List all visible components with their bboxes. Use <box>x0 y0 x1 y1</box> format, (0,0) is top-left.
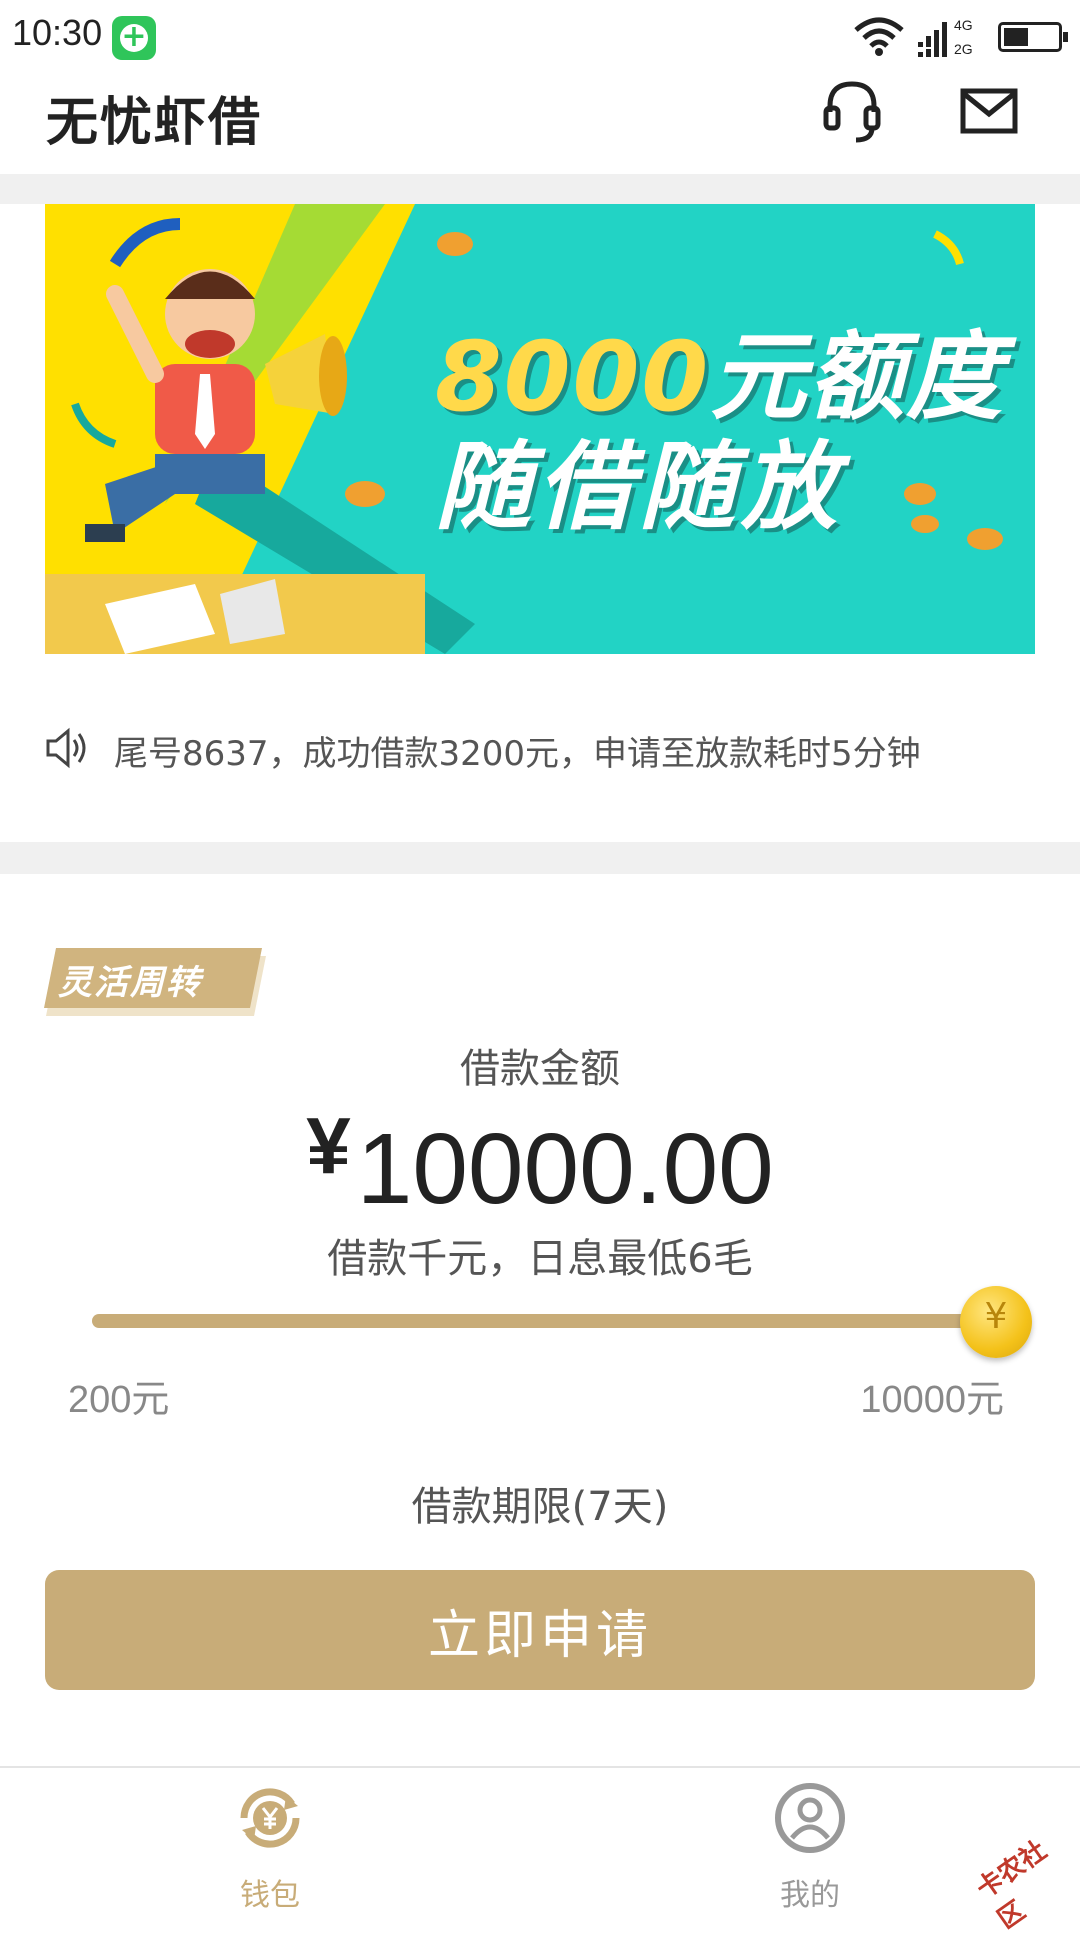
currency-symbol: ¥ <box>306 1101 351 1190</box>
mail-icon[interactable] <box>960 88 1018 134</box>
tag-label: 灵活周转 <box>58 963 202 1003</box>
amount-slider-track[interactable] <box>92 1314 992 1328</box>
apply-now-button[interactable]: 立即申请 <box>45 1570 1035 1690</box>
headset-icon[interactable] <box>822 78 882 144</box>
network-type-top: 4G <box>954 17 973 33</box>
tab-wallet[interactable]: 钱包 <box>170 1768 370 1922</box>
speaker-icon <box>46 727 86 769</box>
amount-slider-thumb[interactable]: ¥ <box>960 1286 1032 1358</box>
slider-min-label: 200元 <box>68 1379 170 1421</box>
app-notification-icon <box>112 16 156 60</box>
tab-mine-label: 我的 <box>780 1878 840 1913</box>
section-divider <box>0 174 1080 204</box>
status-bar: 10:30 4G 2G <box>0 0 1080 72</box>
tab-wallet-label: 钱包 <box>240 1878 300 1913</box>
battery-icon <box>998 22 1068 52</box>
loan-amount: ¥10000.00 <box>0 1100 1080 1227</box>
promo-banner[interactable]: 8000元额度 随借随放 <box>45 204 1035 654</box>
user-icon <box>775 1783 845 1853</box>
app-title: 无忧虾借 <box>46 93 263 153</box>
amount-number: 10000.00 <box>356 1113 774 1225</box>
wallet-yen-icon <box>240 1788 300 1848</box>
interest-text: 借款千元，日息最低6毛 <box>327 1236 753 1282</box>
loan-term-text: 借款期限(7天) <box>411 1484 669 1530</box>
tab-mine[interactable]: 我的 <box>710 1768 910 1922</box>
amount-label: 借款金额 <box>460 1046 620 1092</box>
yen-coin-icon: ¥ <box>984 1296 1008 1337</box>
slider-max-label: 10000元 <box>860 1379 1004 1421</box>
banner-headline-line2: 随借随放 <box>435 431 843 543</box>
loan-notice-text: 尾号8637，成功借款3200元，申请至放款耗时5分钟 <box>114 734 921 774</box>
network-type-bottom: 2G <box>954 41 973 57</box>
signal-icon: 4G 2G <box>918 17 973 57</box>
section-divider <box>0 842 1080 874</box>
bottom-tab-bar: 钱包 我的 <box>0 1766 1080 1922</box>
wifi-icon <box>854 17 904 56</box>
status-time: 10:30 <box>12 12 103 53</box>
